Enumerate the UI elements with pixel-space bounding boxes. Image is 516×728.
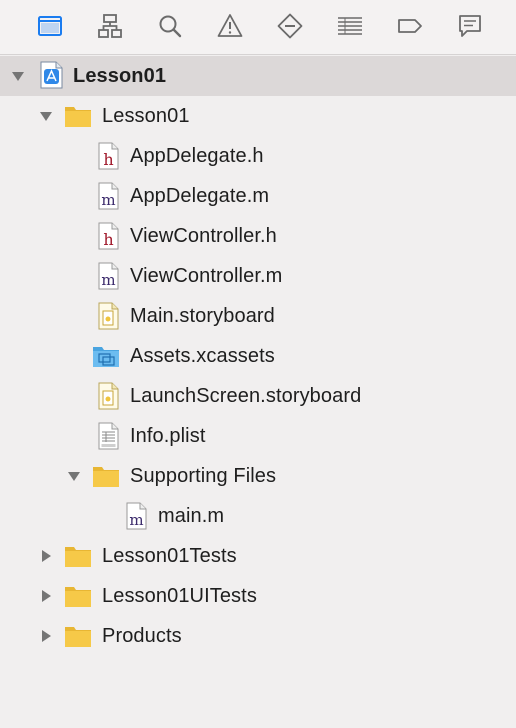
tree-row-file[interactable]: m main.m: [0, 496, 516, 536]
xcode-project-icon: [36, 60, 66, 90]
tree-row-label: Assets.xcassets: [130, 345, 275, 367]
disclosure-collapsed-icon[interactable]: [38, 628, 54, 644]
svg-text:m: m: [101, 191, 115, 209]
project-navigator-tree: Lesson01 Lesson01 h AppDelegate.h m AppD…: [0, 55, 516, 728]
folder-icon: [91, 461, 121, 491]
folder-icon: [63, 581, 93, 611]
tree-row-label: LaunchScreen.storyboard: [130, 385, 362, 407]
svg-text:m: m: [101, 271, 115, 289]
breakpoint-navigator-icon[interactable]: [393, 9, 427, 43]
asset-catalog-icon: [91, 341, 121, 371]
test-navigator-icon[interactable]: [273, 9, 307, 43]
navigator-selector-bar: [0, 0, 516, 55]
symbol-navigator-icon[interactable]: [93, 9, 127, 43]
disclosure-collapsed-icon[interactable]: [38, 588, 54, 604]
tree-row-project[interactable]: Lesson01: [0, 56, 516, 96]
objc-file-icon: m: [93, 181, 123, 211]
objc-file-icon: m: [121, 501, 151, 531]
tree-row-group[interactable]: Lesson01UITests: [0, 576, 516, 616]
folder-icon: [63, 101, 93, 131]
storyboard-file-icon: [93, 301, 123, 331]
folder-icon: [63, 621, 93, 651]
debug-navigator-icon[interactable]: [333, 9, 367, 43]
tree-row-label: Products: [102, 625, 182, 647]
tree-row-file[interactable]: LaunchScreen.storyboard: [0, 376, 516, 416]
storyboard-file-icon: [93, 381, 123, 411]
tree-row-label: Lesson01: [102, 105, 190, 127]
tree-row-file[interactable]: h AppDelegate.h: [0, 136, 516, 176]
report-navigator-icon[interactable]: [453, 9, 487, 43]
tree-row-label: AppDelegate.h: [130, 145, 264, 167]
find-navigator-icon[interactable]: [153, 9, 187, 43]
svg-text:h: h: [103, 150, 113, 169]
folder-icon: [63, 541, 93, 571]
tree-row-file[interactable]: Main.storyboard: [0, 296, 516, 336]
tree-row-group[interactable]: Lesson01Tests: [0, 536, 516, 576]
tree-row-group[interactable]: Lesson01: [0, 96, 516, 136]
tree-row-label: Main.storyboard: [130, 305, 275, 327]
tree-row-label: Supporting Files: [130, 465, 277, 487]
header-file-icon: h: [93, 141, 123, 171]
tree-row-file[interactable]: h ViewController.h: [0, 216, 516, 256]
tree-row-file[interactable]: Info.plist: [0, 416, 516, 456]
tree-row-file[interactable]: Assets.xcassets: [0, 336, 516, 376]
tree-row-label: Lesson01Tests: [102, 545, 237, 567]
tree-row-file[interactable]: m ViewController.m: [0, 256, 516, 296]
tree-row-label: Lesson01: [73, 65, 167, 87]
tree-row-label: main.m: [158, 505, 225, 527]
disclosure-expanded-icon[interactable]: [10, 68, 26, 84]
plist-file-icon: [93, 421, 123, 451]
tree-row-group[interactable]: Products: [0, 616, 516, 656]
tree-row-label: Lesson01UITests: [102, 585, 257, 607]
tree-row-label: ViewController.m: [130, 265, 283, 287]
issue-navigator-icon[interactable]: [213, 9, 247, 43]
svg-text:m: m: [129, 511, 143, 529]
tree-row-label: ViewController.h: [130, 225, 277, 247]
disclosure-expanded-icon[interactable]: [66, 468, 82, 484]
tree-row-label: AppDelegate.m: [130, 185, 270, 207]
disclosure-expanded-icon[interactable]: [38, 108, 54, 124]
tree-row-label: Info.plist: [130, 425, 206, 447]
header-file-icon: h: [93, 221, 123, 251]
disclosure-collapsed-icon[interactable]: [38, 548, 54, 564]
objc-file-icon: m: [93, 261, 123, 291]
project-navigator-icon[interactable]: [33, 9, 67, 43]
tree-row-group[interactable]: Supporting Files: [0, 456, 516, 496]
tree-row-file[interactable]: m AppDelegate.m: [0, 176, 516, 216]
svg-text:h: h: [103, 230, 113, 249]
